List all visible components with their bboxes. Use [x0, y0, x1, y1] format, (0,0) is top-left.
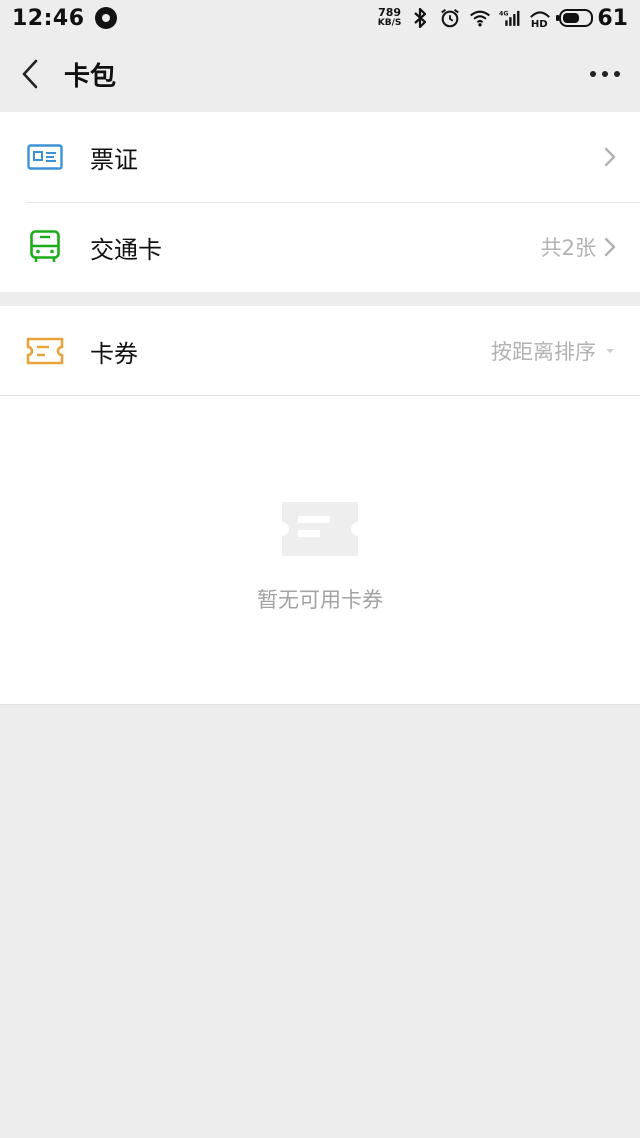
network-speed-unit: KB/S	[377, 18, 402, 28]
status-bar-right: 789 KB/S 4G HD 61	[378, 6, 628, 31]
page-title: 卡包	[64, 61, 117, 92]
coupons-section: 卡券 按距离排序 暂无可用卡券	[0, 306, 640, 704]
more-dot	[614, 71, 620, 77]
more-dot	[602, 71, 608, 77]
row-label-coupons: 卡券	[90, 339, 138, 368]
battery-percent: 61	[597, 5, 628, 31]
battery-indicator: 61	[556, 5, 628, 31]
wifi-icon	[469, 7, 491, 29]
cards-section: 票证 交通卡 共2张	[0, 112, 640, 292]
status-bar: 12:46 789 KB/S 4G HD 61	[0, 0, 640, 36]
chevron-left-icon	[22, 59, 38, 89]
transit-card-count: 共2张	[540, 236, 596, 260]
more-dot	[590, 71, 596, 77]
more-button[interactable]	[570, 36, 640, 112]
bluetooth-icon	[409, 7, 431, 29]
battery-level-fill	[563, 13, 580, 23]
status-bar-left: 12:46	[12, 6, 117, 31]
bus-icon	[26, 228, 64, 266]
ticket-id-icon	[26, 138, 64, 176]
sort-label: 按距离排序	[491, 340, 596, 364]
alarm-icon	[439, 7, 461, 29]
row-right-transit-card: 共2张	[541, 232, 616, 262]
row-label-transit-card: 交通卡	[90, 235, 162, 264]
svg-text:4G: 4G	[499, 11, 509, 18]
svg-text:HD: HD	[531, 19, 548, 29]
chevron-right-icon	[604, 237, 616, 257]
battery-icon	[556, 9, 594, 27]
caret-down-icon	[606, 349, 614, 353]
network-speed: 789 KB/S	[377, 6, 402, 28]
coupon-icon	[26, 332, 64, 370]
nav-left: 卡包	[0, 36, 116, 112]
empty-state: 暂无可用卡券	[0, 396, 640, 704]
signal-4g-icon: 4G	[499, 7, 521, 29]
empty-state-text: 暂无可用卡券	[257, 588, 383, 612]
row-label-tickets: 票证	[90, 145, 138, 174]
chevron-right-icon	[604, 147, 616, 167]
row-coupons[interactable]: 卡券 按距离排序	[0, 306, 640, 396]
network-speed-value: 789	[378, 6, 402, 19]
hd-icon: HD	[529, 7, 551, 29]
app-screen: 12:46 789 KB/S 4G HD 61 卡包 票证 交通卡 共2张 卡券…	[0, 0, 640, 1138]
divider	[0, 704, 640, 705]
row-tickets[interactable]: 票证	[0, 112, 640, 202]
back-button[interactable]	[0, 36, 60, 112]
row-transit-card[interactable]: 交通卡 共2张	[0, 202, 640, 292]
nav-bar: 卡包	[0, 36, 640, 112]
empty-coupon-icon	[280, 500, 360, 562]
sort-dropdown[interactable]: 按距离排序	[491, 336, 616, 366]
app-notification-icon	[94, 7, 117, 29]
status-time: 12:46	[12, 5, 85, 31]
row-right-tickets	[596, 147, 616, 167]
